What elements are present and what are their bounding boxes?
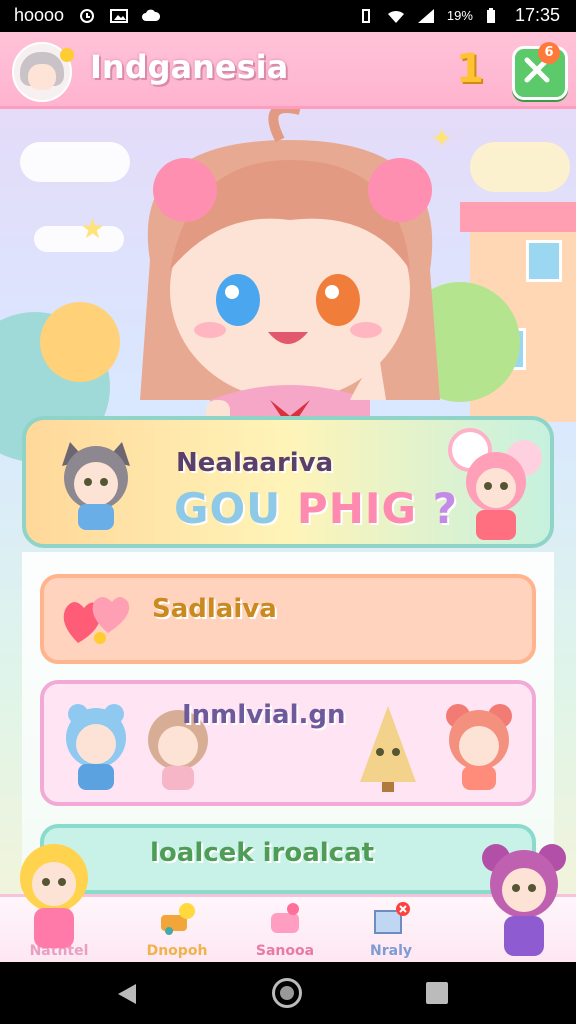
blue-bear-character-icon — [66, 704, 126, 790]
app-screen: ★ ✦ Indganesia 1 6 Nealaariva GOU PHIG ?… — [0, 32, 576, 962]
coin-counter: 1 — [456, 46, 484, 92]
blonde-girl-character — [20, 844, 88, 948]
bunny-girl-character-icon — [448, 428, 542, 540]
cloud-decoration — [470, 142, 570, 192]
battery-percent: 19% — [446, 8, 473, 23]
cloud-icon — [142, 8, 161, 24]
hearts-icon — [63, 597, 130, 644]
app-title: Indganesia — [90, 48, 289, 86]
vibrate-icon — [357, 8, 375, 24]
menu-card-3-label: loalcek iroalcat — [150, 838, 375, 868]
carrier-label: hoooo — [14, 5, 65, 25]
status-bar: hoooo 19% 17:35 — [0, 0, 576, 32]
notification-badge: 6 — [538, 42, 560, 64]
nav-label-3: Sanooa — [255, 943, 315, 959]
featured-title-part-2: PHIG — [296, 484, 417, 533]
featured-title-part-1: GOU — [174, 484, 282, 533]
top-app-bar: Indganesia 1 6 — [0, 32, 576, 109]
nav-item-3[interactable]: Sanooa — [240, 901, 330, 961]
image-icon — [110, 8, 129, 24]
alarm-icon — [78, 8, 96, 24]
purple-bear-girl-character — [482, 844, 566, 956]
nav-item-2[interactable]: Dnopoh — [132, 901, 222, 961]
red-hair-girl-icon — [446, 704, 512, 790]
duck-toy-icon — [161, 903, 195, 935]
mascot-girl-illustration — [140, 103, 440, 450]
wifi-icon — [387, 8, 405, 24]
battery-icon — [485, 7, 503, 24]
tree-character-icon — [360, 706, 416, 792]
cat-girl-character-icon — [62, 442, 130, 530]
featured-game-card[interactable]: Nealaariva GOU PHIG ? — [22, 416, 554, 548]
nav-item-4[interactable]: Nraly — [346, 901, 436, 961]
featured-title: GOU PHIG ? — [174, 484, 458, 533]
clock: 17:35 — [514, 5, 560, 25]
menu-card-3[interactable]: loalcek iroalcat — [40, 824, 536, 894]
nav-label-4: Nraly — [370, 943, 412, 959]
menu-card-2[interactable]: Inmlvial.gn — [40, 680, 536, 806]
star-icon: ★ — [80, 212, 106, 245]
user-avatar-button[interactable] — [12, 42, 74, 102]
featured-subtitle: Nealaariva — [176, 448, 334, 478]
nav-label-2: Dnopoh — [146, 943, 208, 959]
menu-card-1-label: Sadlaiva — [152, 594, 277, 624]
sun-decoration — [40, 302, 120, 382]
signal-icon — [417, 8, 435, 24]
menu-card-2-label: Inmlvial.gn — [182, 700, 346, 730]
home-button[interactable] — [272, 978, 302, 1008]
cake-icon — [271, 903, 299, 933]
back-icon[interactable] — [116, 982, 138, 1006]
box-icon — [374, 902, 410, 934]
system-navigation-bar — [0, 962, 576, 1024]
menu-card-1[interactable]: Sadlaiva — [40, 574, 536, 664]
recent-apps-button[interactable] — [426, 982, 448, 1004]
